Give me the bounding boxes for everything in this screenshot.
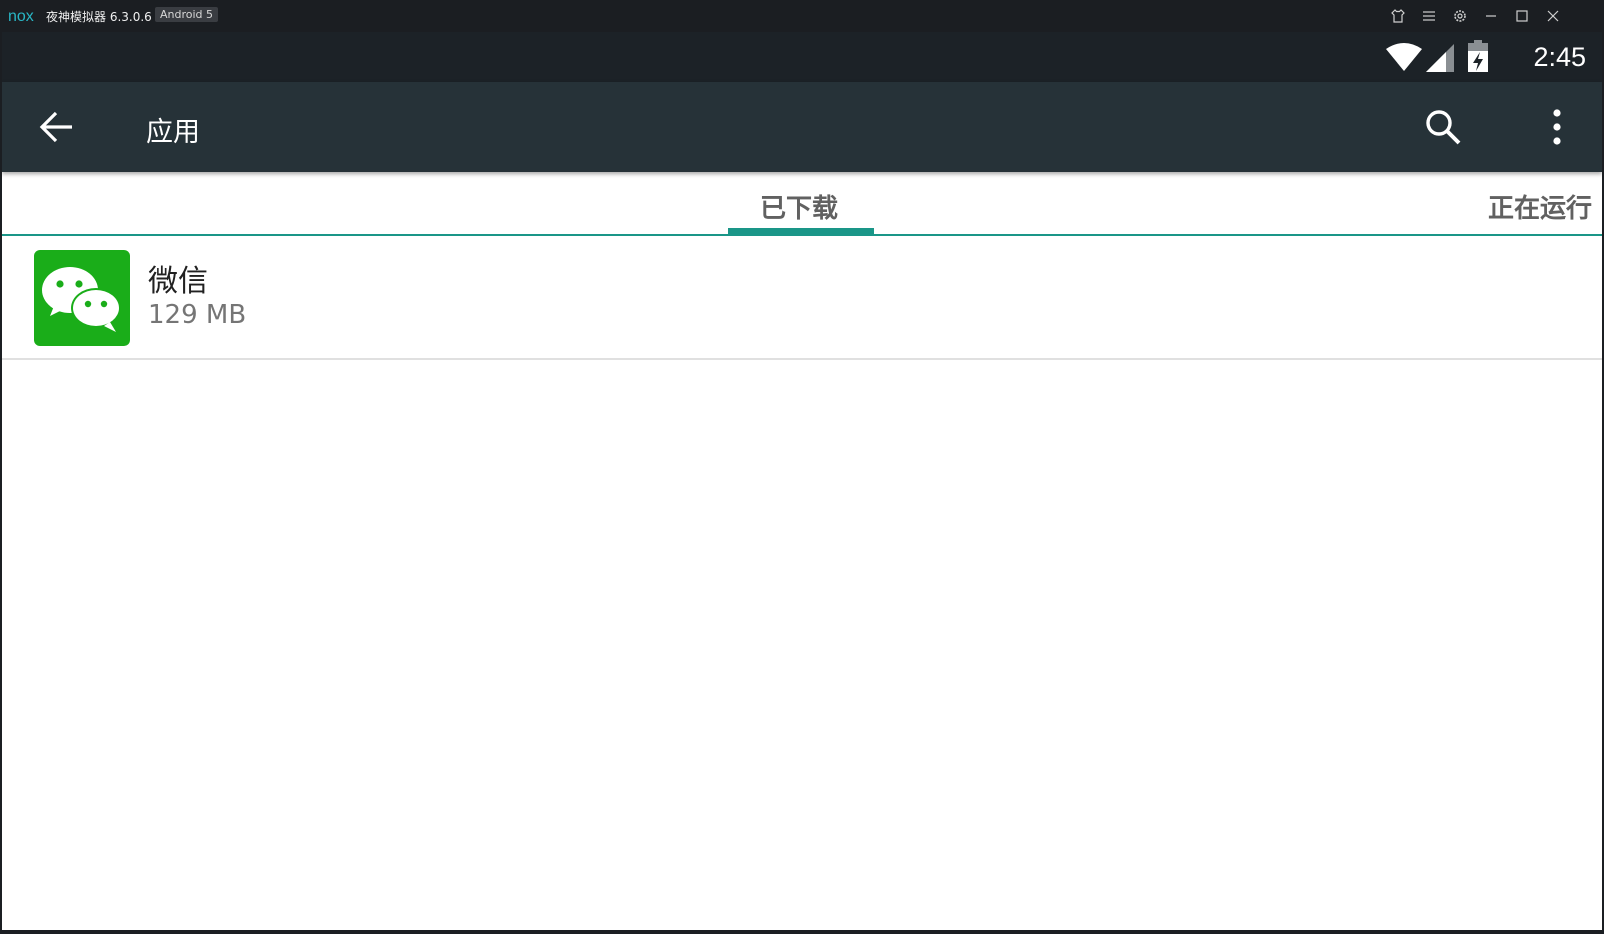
more-vert-icon — [1553, 109, 1561, 145]
tab-running[interactable]: 正在运行 — [1488, 188, 1592, 225]
shirt-icon — [1391, 9, 1405, 23]
list-item[interactable]: 微信 129 MB — [2, 236, 1602, 360]
android-version-badge: Android 5 — [155, 7, 219, 22]
minimize-icon — [1486, 15, 1496, 17]
maximize-button[interactable] — [1512, 6, 1532, 26]
screen-bottom-border — [2, 930, 1602, 932]
svg-text:nox: nox — [8, 8, 34, 25]
app-list: 微信 129 MB — [2, 236, 1602, 360]
gear-icon — [1454, 10, 1466, 22]
app-name: 微信 — [148, 264, 208, 299]
page-title: 应用 — [146, 117, 200, 148]
skin-button[interactable] — [1388, 6, 1408, 26]
back-arrow-icon — [39, 111, 72, 143]
app-bar: 应用 — [2, 82, 1602, 172]
wechat-icon — [34, 250, 130, 346]
tab-downloaded[interactable]: 已下载 — [760, 188, 838, 225]
maximize-icon — [1516, 10, 1528, 22]
status-bar: 2:45 — [2, 32, 1602, 82]
emulator-title: 夜神模拟器 6.3.0.6 — [46, 10, 152, 24]
emulator-titlebar: nox 夜神模拟器 6.3.0.6 Android 5 — [0, 0, 1604, 32]
search-button[interactable] — [1422, 106, 1464, 148]
status-time: 2:45 — [1533, 42, 1586, 72]
close-button[interactable] — [1543, 6, 1563, 26]
back-button[interactable] — [36, 107, 76, 147]
tab-bar: 已下载 正在运行 — [2, 172, 1602, 236]
more-options-button[interactable] — [1536, 106, 1578, 148]
menu-button[interactable] — [1419, 6, 1439, 26]
app-size: 129 MB — [148, 300, 247, 330]
android-screen: 2:45 应用 已下载 正在运行 微信 129 MB — [2, 32, 1602, 932]
minimize-button[interactable] — [1481, 6, 1501, 26]
close-icon — [1547, 10, 1559, 22]
nox-logo: nox — [8, 6, 40, 26]
menu-icon — [1423, 11, 1435, 21]
wifi-icon — [1386, 43, 1422, 71]
settings-button[interactable] — [1450, 6, 1470, 26]
search-icon — [1426, 110, 1461, 145]
battery-charging-icon — [1468, 40, 1488, 72]
selected-tab-indicator — [728, 228, 874, 234]
signal-icon — [1426, 44, 1454, 72]
